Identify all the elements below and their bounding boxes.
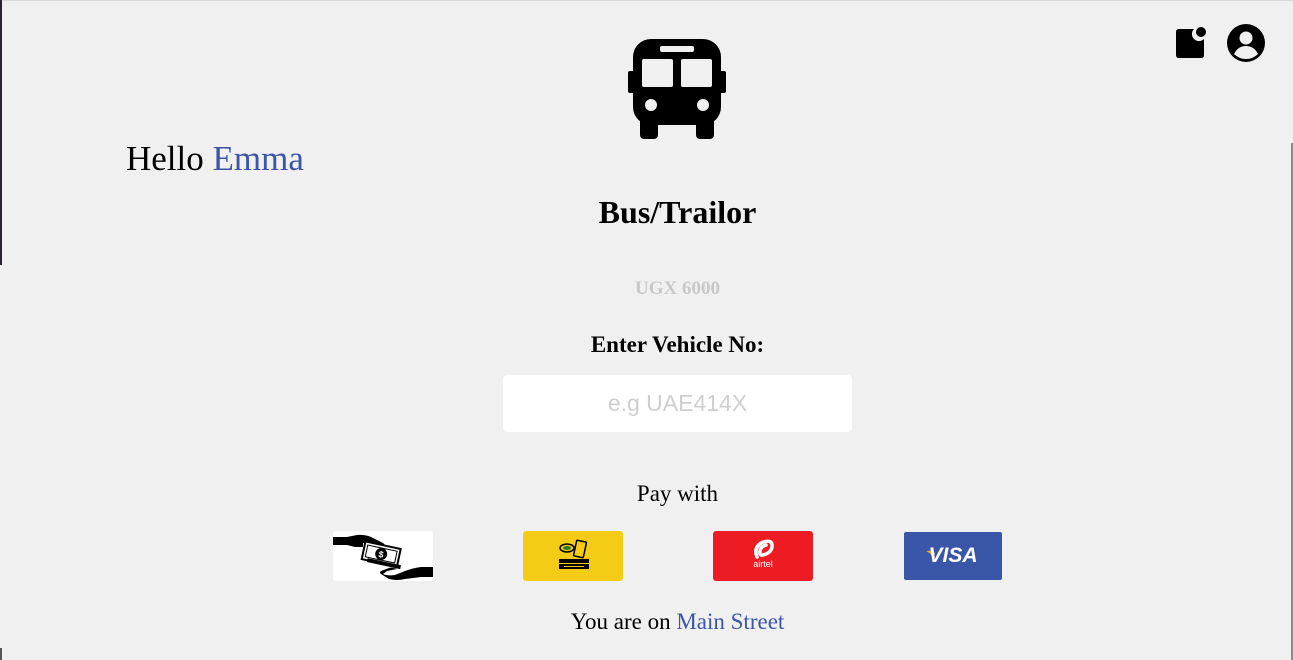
account-circle-icon[interactable] [1226, 23, 1266, 63]
cash-hand-icon: $ [333, 534, 433, 580]
vehicle-price: UGX 6000 [635, 278, 720, 299]
airtel-logo [754, 539, 774, 559]
mtn-mobile-money-logo [559, 539, 589, 569]
greeting: Hello Emma [126, 137, 304, 181]
pay-airtel-button[interactable]: airtel [713, 531, 813, 581]
notification-icon[interactable] [1172, 26, 1208, 62]
location-prefix: You are on [570, 609, 671, 634]
pay-mtn-button[interactable] [523, 531, 623, 581]
pay-visa-button[interactable]: VISA [904, 532, 1002, 580]
vehicle-type-title: Bus/Trailor [598, 194, 757, 230]
location-street-link[interactable]: Main Street [676, 609, 784, 634]
user-name: Emma [212, 139, 304, 178]
pay-with-label: Pay with [636, 481, 719, 506]
airtel-label: airtel [753, 559, 773, 569]
vehicle-number-input[interactable] [503, 375, 852, 432]
bus-icon [626, 37, 728, 141]
window-edge-bottom-left [0, 648, 2, 660]
top-border [0, 0, 1293, 1]
current-location: You are on Main Street [0, 608, 1293, 636]
visa-label: VISA [928, 544, 978, 567]
vehicle-number-label: Enter Vehicle No: [590, 332, 765, 357]
pay-cash-button[interactable]: $ [333, 531, 433, 581]
greeting-hello: Hello [126, 139, 204, 178]
